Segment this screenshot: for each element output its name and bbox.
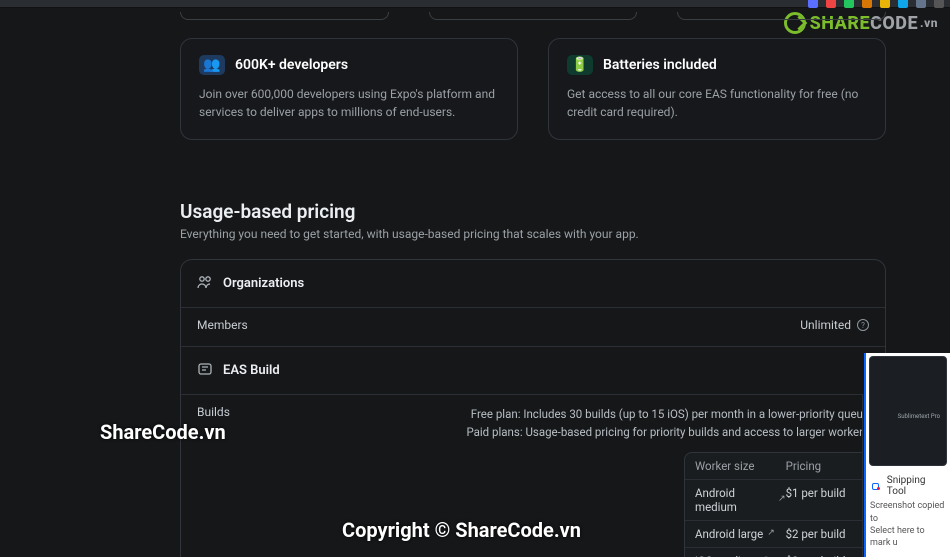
ext-icon[interactable] <box>826 0 836 8</box>
group-title: EAS Build <box>223 363 280 378</box>
worker-price: $2 per build <box>786 527 858 541</box>
group-organizations: Organizations <box>181 260 885 308</box>
table-row[interactable]: Android large ↗ $2 per build <box>685 520 868 547</box>
worker-pricing-table: Worker size Pricing Android medium ↗ $1 p… <box>684 452 869 557</box>
ext-icon[interactable] <box>898 0 908 8</box>
pricing-box: Organizations Members Unlimited ? EAS Bu… <box>180 259 886 557</box>
snip-thumbnail[interactable]: Sublimetext Pro <box>869 356 947 466</box>
worker-price: $1 per build <box>786 486 858 514</box>
members-value: Unlimited <box>800 318 851 332</box>
ext-icon[interactable] <box>934 0 944 8</box>
watermark-text: Copyright © ShareCode.vn <box>342 518 581 542</box>
snip-line: Screenshot copied to <box>870 500 946 524</box>
logo-vn: .vn <box>920 16 938 30</box>
snip-title: Snipping Tool <box>887 475 946 497</box>
table-row[interactable]: Android medium ↗ $1 per build <box>685 479 868 520</box>
builds-desc-line: Free plan: Includes 30 builds (up to 15 … <box>466 405 869 423</box>
page-content: 👥 600K+ developers Join over 600,000 dev… <box>180 12 886 557</box>
external-link-icon: ↗ <box>767 528 775 538</box>
worker-name: Android medium <box>695 486 774 514</box>
builds-label: Builds <box>197 405 230 419</box>
snip-thumbnail-text: Sublimetext Pro <box>898 413 940 420</box>
browser-chrome <box>0 0 950 8</box>
feature-card-batteries: 🔋 Batteries included Get access to all o… <box>548 38 886 140</box>
feature-card-edge <box>429 12 638 20</box>
developers-icon: 👥 <box>199 55 225 75</box>
info-icon[interactable]: ? <box>857 319 869 331</box>
card-title: Batteries included <box>603 57 717 73</box>
ext-icon[interactable] <box>808 0 818 8</box>
ext-icon[interactable] <box>880 0 890 8</box>
card-body: Get access to all our core EAS functiona… <box>567 85 867 121</box>
members-label: Members <box>197 318 248 332</box>
snipping-tool-toast[interactable]: Sublimetext Pro Snipping Tool Screenshot… <box>864 353 950 557</box>
watermark-text: ShareCode.vn <box>100 420 226 444</box>
card-title: 600K+ developers <box>235 57 348 73</box>
build-icon <box>197 361 213 380</box>
feature-card-edge <box>677 12 886 20</box>
feature-card-developers: 👥 600K+ developers Join over 600,000 dev… <box>180 38 518 140</box>
worker-name: Android large <box>695 527 763 541</box>
section-subtitle: Everything you need to get started, with… <box>180 227 886 241</box>
feature-card-edge <box>180 12 389 20</box>
battery-icon: 🔋 <box>567 55 593 75</box>
snipping-tool-icon <box>870 480 882 492</box>
organizations-icon <box>197 274 213 293</box>
table-header: Worker size <box>695 459 786 473</box>
card-body: Join over 600,000 developers using Expo'… <box>199 85 499 121</box>
table-row[interactable]: iOS medium↗ $2 per build <box>685 547 868 557</box>
ext-icon[interactable] <box>916 0 926 8</box>
group-eas-build: EAS Build <box>181 347 885 395</box>
table-header: Pricing <box>786 459 858 473</box>
snip-line: Select here to mark u <box>870 525 946 549</box>
external-link-icon: ↗ <box>778 494 786 504</box>
ext-icon[interactable] <box>844 0 854 8</box>
section-title: Usage-based pricing <box>180 200 886 223</box>
builds-desc-line: Paid plans: Usage-based pricing for prio… <box>466 423 869 441</box>
group-title: Organizations <box>223 276 304 291</box>
members-row: Members Unlimited ? <box>181 308 885 347</box>
ext-icon[interactable] <box>862 0 872 8</box>
extension-icons <box>808 0 944 8</box>
